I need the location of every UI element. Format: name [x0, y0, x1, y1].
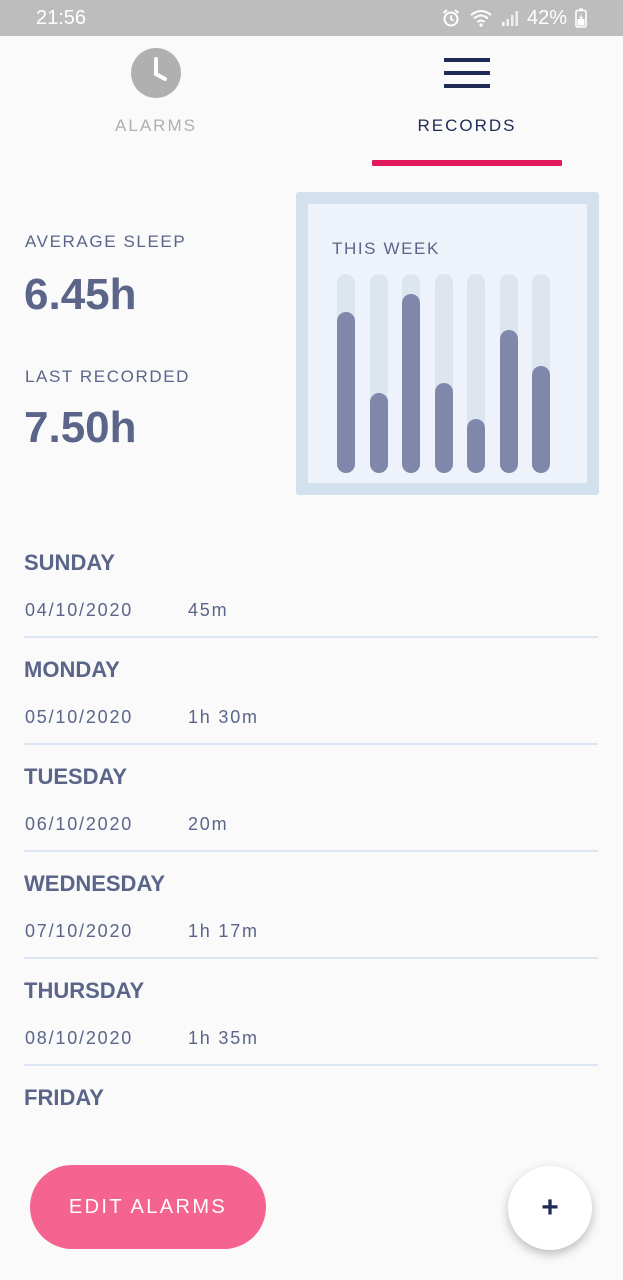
tab-alarms-label: ALARMS: [115, 116, 197, 135]
menu-icon: [443, 48, 491, 98]
list-item[interactable]: SUNDAY 04/10/2020 45m: [24, 540, 598, 647]
status-time: 21:56: [36, 6, 87, 29]
bar-track: [532, 274, 550, 473]
list-item[interactable]: THURSDAY 08/10/2020 1h 35m: [24, 968, 598, 1075]
bar: [369, 393, 388, 473]
record-day: FRIDAY: [24, 1085, 104, 1110]
record-duration: 1h 30m: [188, 707, 259, 727]
list-item[interactable]: MONDAY 05/10/2020 1h 30m: [24, 647, 598, 754]
record-duration: 20m: [188, 814, 229, 834]
bar-track: [467, 274, 485, 473]
record-duration: 1h 17m: [188, 921, 259, 941]
divider: [24, 636, 598, 638]
battery-percentage: 42%: [526, 6, 567, 29]
bar: [337, 311, 355, 473]
clock-icon: [130, 48, 182, 98]
tab-records[interactable]: RECORDS: [372, 36, 562, 168]
record-duration: 45m: [188, 600, 229, 620]
status-bar: 21:56 42%: [0, 0, 623, 36]
tab-records-label: RECORDS: [417, 116, 517, 135]
bar: [467, 419, 485, 473]
records-list: SUNDAY 04/10/2020 45m MONDAY 05/10/2020 1h 30…: [24, 540, 598, 1182]
week-chart-bars: [308, 204, 587, 483]
record-day: TUESDAY: [24, 764, 128, 789]
list-item[interactable]: TUESDAY 06/10/2020 20m: [24, 754, 598, 861]
bar: [499, 329, 518, 473]
bar: [532, 365, 550, 473]
average-sleep-label: AVERAGE SLEEP: [25, 232, 187, 251]
record-day: WEDNESDAY: [24, 871, 165, 896]
week-chart-card: THIS WEEK: [296, 192, 599, 495]
last-recorded-value: 7.50h: [24, 403, 137, 452]
add-button[interactable]: +: [508, 1166, 592, 1250]
selected-tab-indicator: [372, 160, 562, 166]
signal-icon: [501, 9, 519, 27]
wifi-icon: [469, 8, 493, 28]
last-recorded-label: LAST RECORDED: [25, 367, 191, 386]
week-chart: THIS WEEK: [308, 204, 587, 483]
divider: [24, 743, 598, 745]
bar: [434, 383, 453, 473]
bar-track: [337, 274, 355, 473]
record-day: MONDAY: [24, 657, 120, 682]
alarm-clock-icon: [441, 8, 461, 28]
record-date: 06/10/2020: [25, 814, 134, 834]
record-date: 05/10/2020: [25, 707, 134, 727]
bar: [402, 293, 420, 473]
tab-alarms[interactable]: ALARMS: [60, 36, 252, 168]
divider: [24, 1064, 598, 1066]
record-date: 08/10/2020: [25, 1028, 134, 1048]
status-icons: 42%: [441, 7, 587, 30]
bar-track: [434, 274, 453, 473]
divider: [24, 850, 598, 852]
record-date: 04/10/2020: [25, 600, 134, 620]
average-sleep-value: 6.45h: [24, 270, 137, 319]
battery-charging-icon: [575, 8, 587, 28]
record-day: SUNDAY: [24, 550, 115, 575]
record-date: 07/10/2020: [25, 921, 134, 941]
top-tabs: ALARMS RECORDS: [0, 36, 623, 168]
edit-alarms-button[interactable]: EDIT ALARMS: [30, 1165, 266, 1249]
bar-track: [499, 274, 518, 473]
bar-track: [369, 274, 388, 473]
record-day: THURSDAY: [24, 978, 145, 1003]
bar-track: [402, 274, 420, 473]
record-duration: 1h 35m: [188, 1028, 259, 1048]
list-item[interactable]: WEDNESDAY 07/10/2020 1h 17m: [24, 861, 598, 968]
divider: [24, 957, 598, 959]
